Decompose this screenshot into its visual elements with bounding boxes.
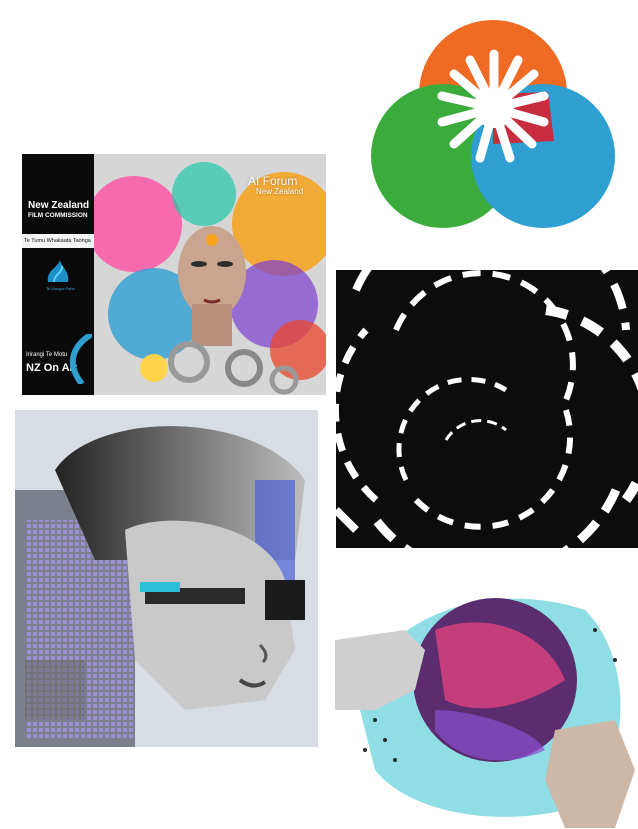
colorful-flower-logo <box>371 20 615 228</box>
logo-center-dot <box>474 88 514 128</box>
ai-forum-poster: New Zealand FILM COMMISSION Te Tumu Whak… <box>22 154 326 395</box>
blue-swoosh-icon <box>70 334 92 384</box>
wave-logo-icon <box>47 260 69 283</box>
ai-forum-title: AI Forum <box>248 174 298 188</box>
nzfc-title: New Zealand <box>28 200 90 211</box>
black-swirl-art <box>336 270 638 548</box>
woman-portrait-art <box>15 410 318 747</box>
globe-robot-hand-art <box>335 570 637 828</box>
ai-forum-subtitle: New Zealand <box>256 187 304 196</box>
te-mangai-label: Te Mangai Paho <box>46 286 75 291</box>
nzfc-subtitle: FILM COMMISSION <box>28 212 88 219</box>
te-tumu-label: Te Tumu Whakaata Taonga <box>22 234 96 248</box>
poster-sponsor-sidebar: New Zealand FILM COMMISSION Te Tumu Whak… <box>22 154 96 395</box>
